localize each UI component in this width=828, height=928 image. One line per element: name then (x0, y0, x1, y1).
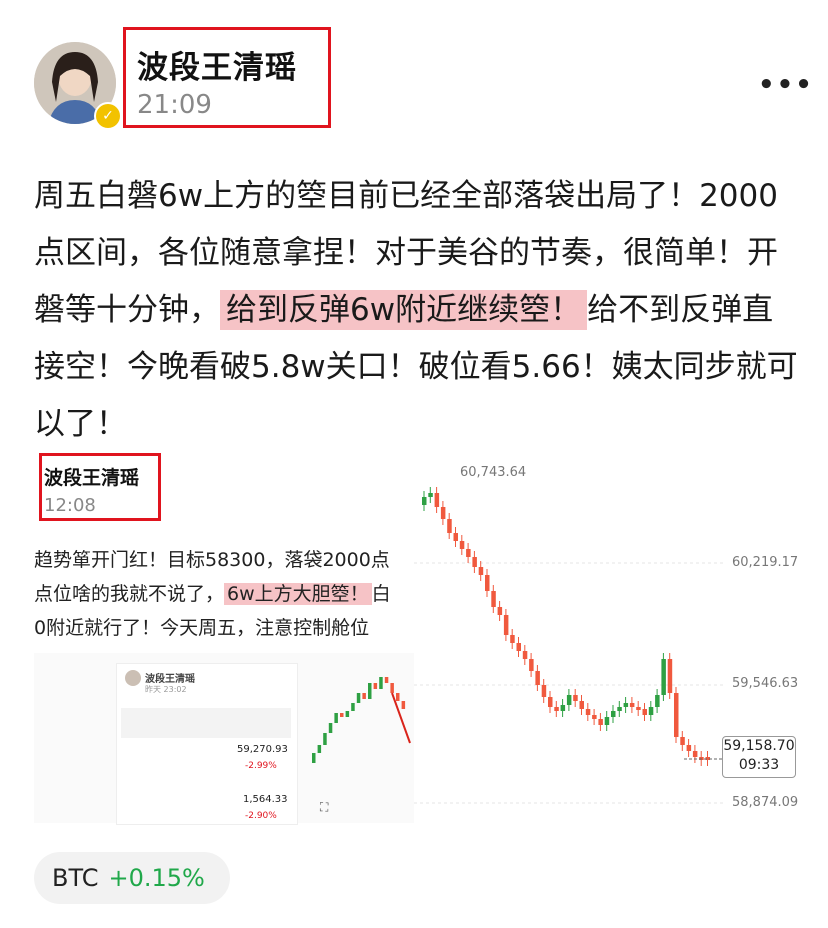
candle (535, 671, 540, 685)
candle (491, 591, 496, 607)
candle (592, 715, 597, 719)
candle (541, 685, 547, 697)
candle (434, 493, 440, 507)
quoted-author-name: 波段王清瑶 (44, 467, 140, 489)
candle (623, 703, 629, 707)
more-dots-icon[interactable]: ••• (758, 70, 814, 100)
ticker-change: +0.15% (108, 864, 205, 892)
mini-candle (345, 711, 350, 717)
quoted-part: 点位啥的我就不说了， (34, 583, 225, 605)
author-name[interactable]: 波段王清瑶 (137, 42, 297, 87)
candle (648, 707, 654, 715)
candle (510, 635, 515, 643)
mini-candle (340, 713, 344, 717)
candle (667, 659, 673, 693)
candle (598, 719, 603, 725)
mini-screenshot: 波段王清瑶 昨天 23:02 59,270.93 -2.99% 1,564.33… (34, 653, 414, 825)
candle (440, 507, 446, 519)
candle (566, 695, 572, 705)
candle (629, 703, 635, 707)
quoted-highlight: 6w上方大胆箜！ (224, 583, 372, 605)
candle (453, 533, 458, 541)
candle (661, 659, 666, 695)
candle (428, 493, 433, 497)
quoted-time: 12:08 (44, 495, 96, 516)
candle (503, 615, 509, 635)
candlestick-chart: 60,743.64 60,219.17 59,546.63 58,874.09 … (414, 445, 800, 830)
current-price: 59,158.70 (723, 738, 795, 754)
candle (604, 717, 610, 725)
candle (611, 711, 616, 717)
candle (579, 701, 584, 709)
price-label: 59,546.63 (732, 676, 799, 691)
candle (529, 659, 534, 671)
candle (466, 549, 471, 557)
mini-chart (312, 677, 411, 763)
mini-candle (312, 753, 316, 763)
quoted-line: 趋势箪开门红！目标58300，落袋2000点 (34, 549, 390, 571)
post-text-highlight: 给到反弹6w附近继续箜！ (220, 290, 588, 330)
candle (554, 707, 559, 711)
post-image[interactable]: 波段王清瑶 12:08 趋势箪开门红！目标58300，落袋2000点 点位啥的我… (34, 445, 800, 830)
candle (617, 707, 622, 711)
current-time: 09:33 (738, 757, 780, 773)
candle (680, 737, 685, 745)
candle (516, 643, 521, 651)
candle (447, 519, 452, 533)
candle (548, 697, 553, 707)
mini-candle (390, 683, 394, 693)
candle (686, 745, 692, 751)
candle (472, 557, 477, 567)
mini-candle (362, 693, 366, 699)
quoted-text: 趋势箪开门红！目标58300，落袋2000点 点位啥的我就不说了， 6w上方大胆箜… (34, 543, 414, 645)
mini-candle (401, 701, 406, 709)
candle (573, 695, 578, 701)
expand-icon[interactable]: ⛶ (320, 800, 328, 815)
candle (585, 709, 591, 715)
post-text: 周五白磐6w上方的箜目前已经全部落袋出局了！2000点区间，各位随意拿捏！对于美… (34, 168, 804, 453)
candle (674, 693, 679, 737)
mini-candle (379, 677, 383, 689)
mini-candle (396, 693, 400, 701)
mini-candle (384, 677, 389, 683)
candle (422, 497, 427, 505)
mini-candle (356, 693, 361, 703)
candle (642, 709, 647, 715)
mini-candle (328, 723, 333, 733)
candle (636, 707, 641, 710)
mini-candle (373, 683, 378, 689)
candle (478, 567, 484, 575)
ticker-symbol: BTC (52, 864, 99, 892)
post-time: 21:09 (137, 90, 212, 120)
quoted-part: 白 (371, 583, 391, 605)
mini-candle (351, 703, 355, 711)
candle (522, 651, 528, 659)
quoted-screenshot: 波段王清瑶 12:08 趋势箪开门红！目标58300，落袋2000点 点位啥的我… (34, 445, 414, 645)
current-price-box: 59,158.70 09:33 (722, 736, 796, 778)
ticker-pill[interactable]: BTC +0.15% (34, 852, 230, 904)
price-label: 60,219.17 (732, 555, 799, 570)
price-label-high: 60,743.64 (460, 465, 527, 480)
verified-badge-icon: ✓ (94, 102, 122, 130)
candle (459, 541, 465, 549)
candle (655, 695, 660, 707)
quoted-line: 点位啥的我就不说了， 6w上方大胆箜！白 (34, 577, 414, 611)
mini-candle (323, 733, 327, 745)
price-label: 58,874.09 (732, 795, 799, 810)
mini-candle (368, 683, 372, 699)
quoted-line: 0附近就行了！今天周五，注意控制舱位 (34, 617, 370, 639)
candle (485, 575, 490, 591)
mini-candle (317, 745, 322, 753)
mini-candle (334, 713, 338, 723)
mini-trend-line (391, 692, 411, 744)
candle (560, 705, 566, 711)
candle (497, 607, 503, 615)
candle (692, 751, 698, 757)
